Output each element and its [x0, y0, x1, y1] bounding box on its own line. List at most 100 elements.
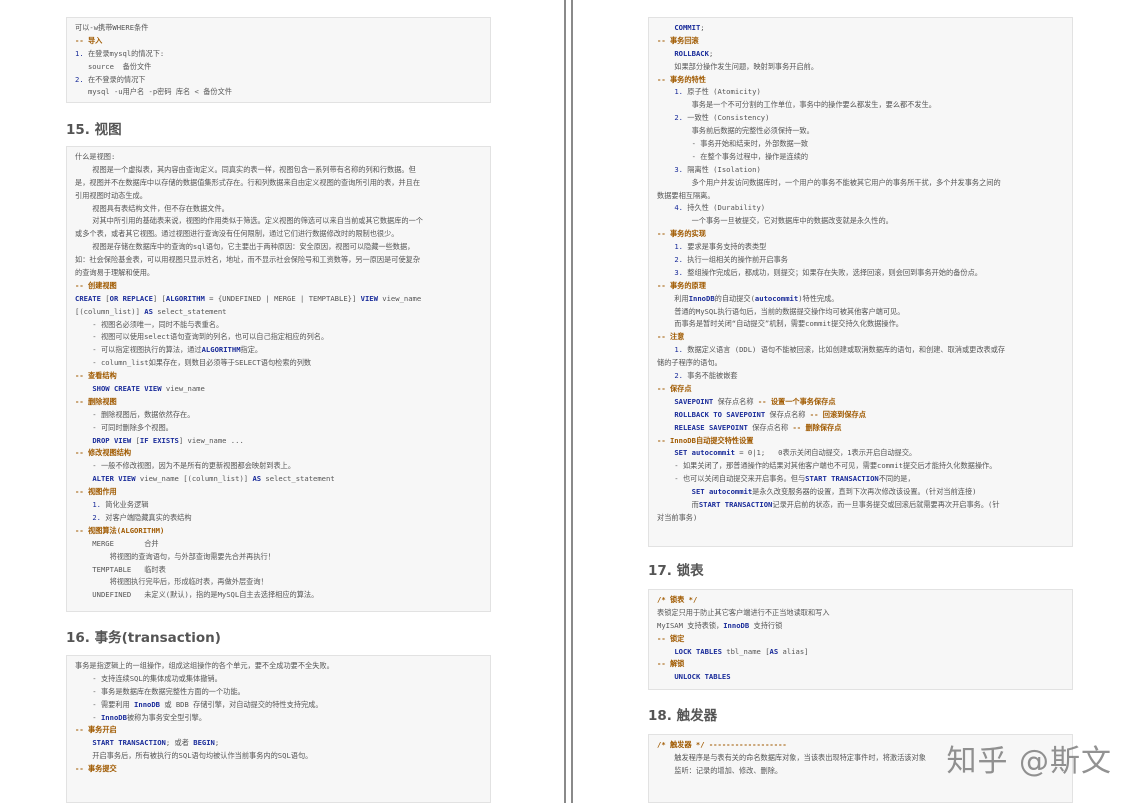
code-line: -- 事务提交: [75, 764, 117, 774]
code-line: [(column_list)] AS select_statement: [75, 306, 227, 316]
code-line: 一个事务一旦被提交，它对数据库中的数据改变就是永久性的。: [657, 216, 893, 226]
code-line: SAVEPOINT 保存点名称 -- 设置一个事务保存点: [674, 396, 836, 406]
code-line: -- 解锁: [657, 659, 685, 669]
code-line: ROLLBACK;: [674, 48, 714, 58]
code-line: - 可以指定视图执行的算法，通过ALGORITHM指定。: [75, 345, 263, 355]
code-line: 事务是一个不可分割的工作单位，事务中的操作要么都发生，要么都不发生。: [657, 100, 936, 110]
code-line: CREATE [OR REPLACE] [ALGORITHM = {UNDEFI…: [75, 293, 422, 303]
right-page: COMMIT; -- 事务回滚 ROLLBACK; 如果部分操作发生问题，映射到事…: [573, 0, 1142, 803]
code-line: -- 事务回滚: [657, 35, 699, 45]
code-line: -- 修改视图结构: [75, 448, 132, 458]
code-line: - column_list如果存在，则数目必须等于SELECT语句检索的列数: [75, 358, 312, 368]
code-line: -- 查看结构: [75, 371, 117, 381]
code-line: 事务前后数据的完整性必须保持一致。: [657, 126, 814, 136]
code-line: 3. 整组操作完成后，都成功，则提交；如果存在失败，选择回滚，则会回到事务开始的…: [674, 267, 982, 277]
code-line: - 一般不修改视图，因为不是所有的更新视图都会映射到表上。: [75, 461, 296, 471]
code-line: 而事务是暂时关闭“自动提交”机制，需要commit提交持久化数据操作。: [657, 319, 903, 329]
code-line: 2. 事务不能被嵌套: [674, 371, 738, 381]
code-line: SET autocommit = 0|1; 0表示关闭自动提交，1表示开启自动提…: [674, 448, 917, 458]
code-line: SHOW CREATE VIEW view_name: [92, 384, 205, 394]
code-line: DROP VIEW [IF EXISTS] view_name ...: [92, 435, 244, 445]
code-line: -- 事务的实现: [657, 229, 706, 239]
code-line: -- 锁定: [657, 633, 685, 643]
code-line: 1. 数据定义语言 (DDL) 语句不能被回滚，比如创建或取消数据库的语句，和创…: [674, 345, 1006, 355]
code-line: -- 事务开启: [75, 725, 117, 735]
code-block-views: 什么是视图: 视图是一个虚拟表，其内容由查询定义。同真实的表一样，视图包含一系列…: [66, 146, 491, 612]
code-line: -- InnoDB自动提交特性设置: [657, 435, 754, 445]
code-block-transaction-cont: COMMIT; -- 事务回滚 ROLLBACK; 如果部分操作发生问题，映射到事…: [648, 17, 1073, 547]
code-line: 将视图的查询语句，与外部查询需要先合并再执行！: [75, 551, 275, 561]
code-line: source 备份文件: [75, 61, 152, 71]
code-line: 视图是一个虚拟表，其内容由查询定义。同真实的表一样，视图包含一系列带有名称的列和…: [75, 164, 416, 174]
page-divider-left: [564, 0, 566, 803]
code-line: 视图是存储在数据库中的查询的sql语句，它主要出于两种原因：安全原因，视图可以隐…: [75, 242, 415, 252]
code-line: - 需要利用 InnoDB 或 BDB 存储引擎，对自动提交的特性支持完成。: [75, 699, 323, 709]
code-line: 是，视图并不在数据库中以存储的数据值集形式存在。行和列数据来自由定义视图的查询所…: [75, 177, 421, 187]
heading-triggers: 18. 触发器: [648, 708, 718, 724]
code-line: 对其中所引用的基础表来说，视图的作用类似于筛选。定义视图的筛选可以来自当前或其它…: [75, 216, 423, 226]
code-line: 可以-w携带WHERE条件: [75, 23, 149, 32]
code-line: 而START TRANSACTION记录开启前的状态，而一旦事务提交或回滚后就需…: [657, 499, 1000, 509]
code-block-export-import: 可以-w携带WHERE条件 -- 导入 1. 在登录mysql的情况下: sourc…: [66, 17, 491, 103]
heading-transaction: 16. 事务(transaction): [66, 630, 221, 646]
code-line: 多个用户并发访问数据库时，一个用户的事务不能被其它用户的事务所干扰，多个并发事务…: [657, 177, 1001, 187]
code-line: 利用InnoDB的自动提交(autocommit)特性完成。: [657, 293, 839, 303]
left-page: 可以-w携带WHERE条件 -- 导入 1. 在登录mysql的情况下: sourc…: [0, 0, 564, 803]
code-line: UNLOCK TABLES: [674, 672, 731, 682]
code-line: SET autocommit是永久改变服务器的设置，直到下次再次修改该设置。(针…: [691, 487, 977, 497]
code-line: /* 锁表 */: [657, 595, 698, 604]
code-line: -- 创建视图: [75, 280, 117, 290]
code-line: COMMIT;: [674, 23, 705, 32]
code-line: LOCK TABLES tbl_name [AS alias]: [674, 646, 809, 656]
code-line: 如：社会保险基金表，可以用视图只显示姓名，地址，而不显示社会保险号和工资数等，另…: [75, 255, 421, 265]
code-line: - 如果关闭了，那普通操作的结果对其他客户端也不可见，需要commit提交后才能…: [657, 461, 997, 471]
code-line: -- 视图算法(ALGORITHM): [75, 525, 165, 535]
code-line: MyISAM 支持表锁，InnoDB 支持行锁: [657, 620, 783, 630]
code-line: UNDEFINED 未定义(默认)，指的是MySQL自主去选择相应的算法。: [75, 590, 319, 600]
code-line: 2. 在不登录的情况下: [75, 74, 146, 84]
code-line: 开启事务后，所有被执行的SQL语句均被认作当前事务内的SQL语句。: [75, 751, 313, 761]
heading-lock-tables: 17. 锁表: [648, 563, 704, 579]
code-line: 表锁定只用于防止其它客户端进行不正当地读取和写入: [657, 607, 830, 617]
code-line: 的查询易于理解和使用。: [75, 268, 155, 278]
code-line: 3. 隔离性 (Isolation): [674, 164, 761, 174]
code-line: 4. 持久性 (Durability): [674, 203, 766, 213]
code-line: 1. 简化业务逻辑: [92, 500, 149, 510]
code-line: 如果部分操作发生问题，映射到事务开启前。: [657, 61, 819, 71]
code-line: -- 事务的原理: [657, 280, 706, 290]
code-line: 2. 执行一组相关的操作前开启事务: [674, 255, 788, 265]
code-line: - 在整个事务过程中，操作是连续的: [657, 151, 809, 161]
code-line: 2. 对客户端隐藏真实的表结构: [92, 512, 192, 522]
code-line: -- 保存点: [657, 383, 692, 393]
code-line: - 视图名必须唯一，同时不能与表重名。: [75, 319, 224, 329]
code-line: - 事务是数据库在数据完整性方面的一个功能。: [75, 686, 245, 696]
code-line: - 视图可以使用select语句查询到的列名，也可以自己指定相应的列名。: [75, 332, 329, 342]
code-line: - 支持连续SQL的集体成功或集体撤销。: [75, 673, 222, 683]
code-line: 数据要相互隔离。: [657, 190, 715, 200]
code-line: START TRANSACTION; 或者 BEGIN;: [92, 738, 220, 748]
code-line: -- 事务的特性: [657, 74, 706, 84]
code-line: 1. 在登录mysql的情况下:: [75, 48, 165, 58]
code-line: -- 视图作用: [75, 487, 117, 497]
code-line: 对当前事务): [657, 512, 698, 522]
code-block-transaction: 事务是指逻辑上的一组操作，组成这组操作的各个单元，要不全成功要不全失败。 - 支…: [66, 655, 491, 803]
code-line: ROLLBACK TO SAVEPOINT 保存点名称 -- 回滚到保存点: [674, 409, 866, 419]
code-line: - 删除视图后，数据依然存在。: [75, 409, 195, 419]
code-line: -- 导入: [75, 35, 103, 45]
code-line: 将视图执行完毕后，形成临时表，再做外层查询！: [75, 577, 268, 587]
code-line: 视图具有表结构文件，但不存在数据文件。: [75, 203, 229, 213]
code-line: -- 删除视图: [75, 396, 117, 406]
code-line: mysql -u用户名 -p密码 库名 < 备份文件: [75, 87, 232, 97]
code-line: - InnoDB被称为事务安全型引擎。: [75, 712, 207, 722]
code-line: 事务是指逻辑上的一组操作，组成这组操作的各个单元，要不全成功要不全失败。: [75, 661, 334, 670]
code-line: ALTER VIEW view_name [(column_list)] AS …: [92, 474, 335, 484]
code-line: TEMPTABLE 临时表: [75, 564, 166, 574]
code-line: RELEASE SAVEPOINT 保存点名称 -- 删除保存点: [674, 422, 842, 432]
code-line: - 事务开始和结束时，外部数据一致: [657, 139, 809, 149]
code-line: 引用视图时动态生成。: [75, 190, 147, 200]
code-line: 储的子程序的语句。: [657, 358, 722, 368]
heading-views: 15. 视图: [66, 122, 122, 138]
code-line: 1. 要求是事务支持的表类型: [674, 242, 767, 252]
code-line: 2. 一致性 (Consistency): [674, 113, 770, 123]
code-line: - 可同时删除多个视图。: [75, 422, 173, 432]
